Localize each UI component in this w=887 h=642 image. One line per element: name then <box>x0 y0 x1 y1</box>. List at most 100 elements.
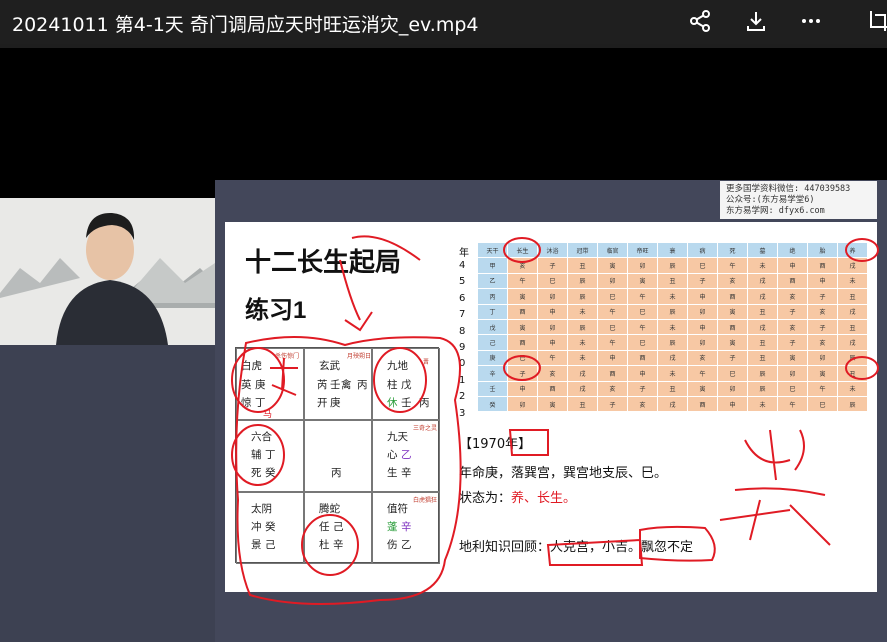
table-cell: 辰 <box>837 349 868 367</box>
more-icon[interactable] <box>796 6 826 36</box>
year-digit: 5 <box>459 276 466 288</box>
table-header-cell: 病 <box>687 241 718 259</box>
table-row: 壬申酉戌亥子丑寅卯辰巳午未 <box>477 380 868 397</box>
year-digit: 1 <box>459 374 466 386</box>
table-cell: 丑 <box>567 257 598 274</box>
table-cell: 子 <box>777 334 808 351</box>
twelve-stages-table: 天干 长生 沐浴 冠带 临官 帝旺衰病死墓绝胎养甲亥子丑寅卯辰巳午未申酉戌乙午巳辰卯寅丑子… <box>477 241 868 413</box>
table-cell: 子 <box>597 395 628 413</box>
table-cell: 亥 <box>777 318 808 336</box>
year-digit: 3 <box>459 407 466 419</box>
review-label: 地利知识回顾： <box>459 540 551 555</box>
table-cell: 未 <box>747 395 778 413</box>
table-cell: 卯 <box>597 272 628 290</box>
table-cell: 巳 <box>627 303 658 320</box>
table-cell: 辰 <box>657 334 688 351</box>
review-value: 人克宫，小吉。飘忽不定 <box>550 540 694 555</box>
table-cell: 亥 <box>687 349 718 367</box>
table-cell: 卯 <box>537 318 568 336</box>
table-cell: 酉 <box>507 334 538 351</box>
share-icon[interactable] <box>685 6 715 36</box>
table-cell: 午 <box>627 318 658 336</box>
table-cell: 丑 <box>837 288 868 305</box>
download-icon[interactable] <box>741 6 771 36</box>
table-cell: 酉 <box>537 380 568 397</box>
palace-star: 柱 <box>387 379 398 391</box>
table-cell: 午 <box>777 395 808 413</box>
palace-stem: 丙 <box>357 379 368 391</box>
palace-door: 景 <box>251 539 262 551</box>
table-cell: 丑 <box>837 318 868 336</box>
table-row: 丁酉申未午巳辰卯寅丑子亥戌 <box>477 303 868 320</box>
table-cell: 酉 <box>777 272 808 290</box>
table-cell: 乙 <box>477 272 508 290</box>
table-cell: 午 <box>507 272 538 290</box>
table-cell: 卯 <box>687 334 718 351</box>
table-cell: 卯 <box>807 349 838 367</box>
palace-door: 生 <box>387 467 398 479</box>
palace-deity: 腾蛇 <box>319 503 340 515</box>
window-title: 20241011 第4-1天 奇门调局应天时旺运消灾_ev.mp4 <box>12 14 479 36</box>
table-cell: 亥 <box>627 395 658 413</box>
table-header-cell: 天干 <box>477 241 508 259</box>
crop-icon[interactable] <box>866 6 887 36</box>
palace-stem: 壬 <box>330 379 341 391</box>
palace-stem: 庚 <box>255 379 266 391</box>
palace-note: 白虎猖狂 <box>413 497 438 504</box>
presentation-slide: 十二长生起局 练习1 白虎 杀伤惊门 英 庚 惊 丁 马 玄武 月殃朔日 芮 壬… <box>225 222 877 592</box>
table-cell: 寅 <box>597 257 628 274</box>
palace-stem: 乙 <box>401 539 412 551</box>
watermark-line: 更多国学资料微信: 447039583 <box>726 184 851 194</box>
table-cell: 戌 <box>567 380 598 397</box>
table-cell: 丑 <box>747 303 778 320</box>
table-cell: 巳 <box>627 334 658 351</box>
table-cell: 丑 <box>657 272 688 290</box>
table-cell: 未 <box>657 318 688 336</box>
table-cell: 巳 <box>537 272 568 290</box>
table-row: 己酉申未午巳辰卯寅丑子亥戌 <box>477 334 868 351</box>
table-cell: 申 <box>597 349 628 367</box>
table-cell: 寅 <box>507 318 538 336</box>
table-cell: 寅 <box>717 303 748 320</box>
slide-subheading: 练习1 <box>245 297 307 324</box>
palace-cell: 白虎 杀伤惊门 英 庚 惊 丁 马 <box>236 348 304 420</box>
table-cell: 未 <box>567 303 598 320</box>
palace-deity: 玄武 <box>319 360 340 372</box>
table-cell: 寅 <box>537 395 568 413</box>
table-cell: 卯 <box>537 288 568 305</box>
table-cell: 癸 <box>477 395 508 413</box>
palace-stem: 丙 <box>419 397 430 409</box>
table-row: 庚巳午未申酉戌亥子丑寅卯辰 <box>477 349 868 367</box>
palace-deity: 白虎 <box>241 360 262 372</box>
table-cell: 巳 <box>717 365 748 382</box>
table-cell: 未 <box>747 257 778 274</box>
table-cell: 戌 <box>747 288 778 305</box>
slide-heading: 十二长生起局 <box>245 247 402 277</box>
table-cell: 辛 <box>477 365 508 382</box>
table-cell: 卯 <box>687 303 718 320</box>
palace-cell: 玄武 月殃朔日 芮 壬 禽 丙 开 庚 <box>304 348 372 420</box>
palace-deity: 九天 <box>387 431 408 443</box>
table-cell: 戌 <box>567 365 598 382</box>
palace-note: 杀伤惊门 <box>275 353 300 360</box>
table-cell: 亥 <box>537 365 568 382</box>
table-cell: 酉 <box>597 365 628 382</box>
table-cell: 午 <box>537 349 568 367</box>
table-cell: 戌 <box>837 303 868 320</box>
table-cell: 未 <box>567 334 598 351</box>
table-cell: 申 <box>537 334 568 351</box>
table-header-cell: 帝旺 <box>627 241 658 259</box>
table-cell: 申 <box>687 318 718 336</box>
table-cell: 申 <box>627 365 658 382</box>
table-cell: 丑 <box>747 334 778 351</box>
status-value: 养、长生。 <box>511 491 577 506</box>
analysis-line-1: 年命庚，落巽宫，巽宫地支辰、巳。 <box>459 466 668 481</box>
table-cell: 亥 <box>807 334 838 351</box>
table-cell: 寅 <box>777 349 808 367</box>
table-cell: 丑 <box>567 395 598 413</box>
table-cell: 未 <box>567 349 598 367</box>
table-cell: 辰 <box>657 303 688 320</box>
table-header-cell: 养 <box>837 241 868 259</box>
table-row: 戊寅卯辰巳午未申酉戌亥子丑 <box>477 318 868 336</box>
table-cell: 子 <box>777 303 808 320</box>
